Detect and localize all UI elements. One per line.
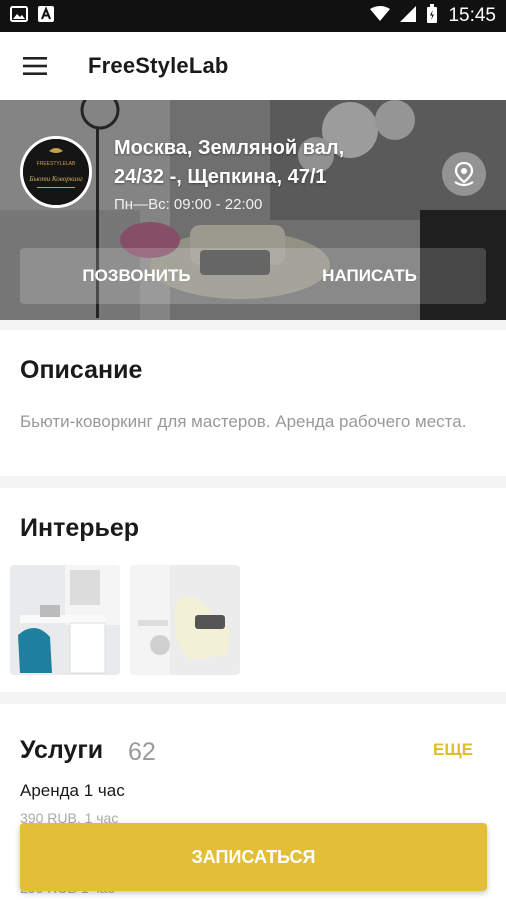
wifi-icon [370,5,391,27]
description-text: Бьюти-коворкинг для мастеров. Аренда раб… [20,412,467,431]
more-services-button[interactable]: ЕЩЕ [433,740,473,760]
working-hours: Пн—Вс: 09:00 - 22:00 [114,196,263,213]
description-card: Описание Бьюти-коворкинг для мастеров. А… [0,330,506,476]
status-bar: 15:45 [0,0,506,32]
a-icon [38,5,54,27]
write-button[interactable]: НАПИСАТЬ [253,248,486,304]
description-title: Описание [20,356,143,384]
call-button[interactable]: ПОЗВОНИТЬ [20,248,253,304]
interior-title: Интерьер [20,514,140,542]
logo-title-text: Бьюти Коворкинг [28,175,83,183]
interior-photo-2[interactable] [130,565,240,675]
salon-logo[interactable]: FREESTYLELAB Бьюти Коворкинг [20,136,92,208]
hero-action-bar: ПОЗВОНИТЬ НАПИСАТЬ [20,248,486,304]
services-title: Услуги [20,736,104,764]
hamburger-menu-icon[interactable] [0,32,70,100]
salon-hero: FREESTYLELAB Бьюти Коворкинг Москва, Зем… [0,100,506,320]
app-bar: FreeStyleLab [0,32,506,100]
app-title: FreeStyleLab [88,53,229,78]
service-item-name[interactable]: Аренда 1 час [20,781,125,801]
map-pin-icon[interactable] [442,152,486,196]
interior-card: Интерьер [0,488,506,692]
signal-icon [400,5,417,27]
image-icon [10,5,28,27]
interior-photo-1[interactable] [10,565,120,675]
status-time: 15:45 [448,5,496,26]
salon-address: Москва, Земляной вал, 24/32 -, Щепкина, … [114,137,345,188]
services-count: 62 [128,738,156,766]
logo-brand-text: FREESTYLELAB [37,161,76,167]
battery-icon [426,3,438,29]
book-appointment-button[interactable]: ЗАПИСАТЬСЯ [20,823,487,891]
